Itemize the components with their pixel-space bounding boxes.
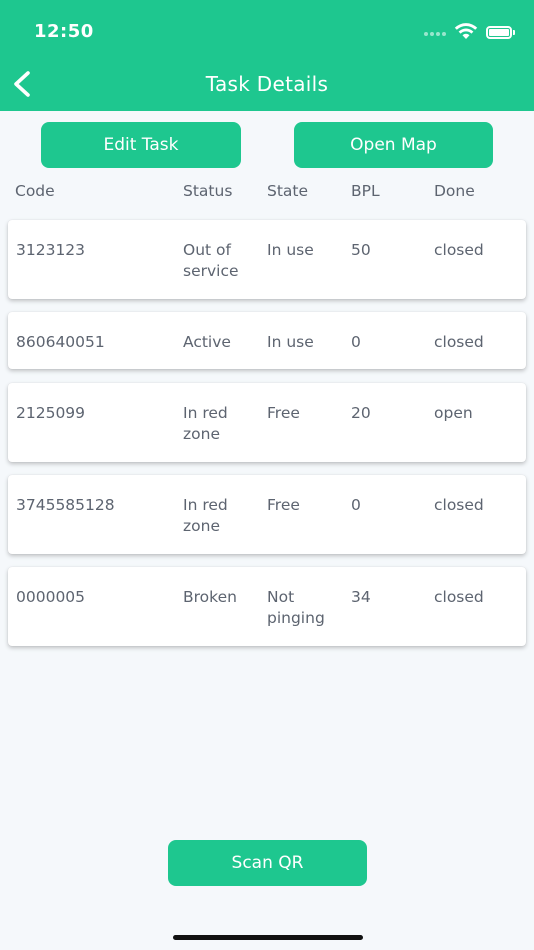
row-state: In use [267,333,314,351]
scan-qr-button[interactable]: Scan QR [168,840,367,886]
row-code: 3745585128 [16,496,115,514]
page-title: Task Details [205,72,329,96]
battery-icon [486,26,515,39]
table-row[interactable]: 860640051 Active In use 0 closed [8,312,526,369]
row-done: closed [434,241,484,259]
row-code: 860640051 [16,333,105,351]
row-bpl: 0 [351,496,361,514]
column-header-status: Status [183,182,233,200]
row-status: Active [183,333,231,351]
column-header-done: Done [434,182,475,200]
row-status: Broken [183,588,237,606]
table-row[interactable]: 3745585128 In red zone Free 0 closed [8,475,526,554]
status-time: 12:50 [34,21,94,42]
row-status: In red zone [183,496,228,535]
row-done: closed [434,333,484,351]
row-status: Out of service [183,241,239,280]
row-state: Free [267,496,300,514]
row-bpl: 34 [351,588,371,606]
table-row[interactable]: 2125099 In red zone Free 20 open [8,383,526,462]
row-state: In use [267,241,314,259]
row-state: Not pinging [267,588,325,627]
column-header-code: Code [15,182,55,200]
column-header-bpl: BPL [351,182,380,200]
row-done: closed [434,496,484,514]
row-state: Free [267,404,300,422]
table-header: Code Status State BPL Done [0,182,534,202]
row-bpl: 20 [351,404,371,422]
row-code: 2125099 [16,404,86,422]
edit-task-button[interactable]: Edit Task [41,122,241,168]
home-indicator [173,935,363,940]
wifi-icon [454,23,478,39]
row-code: 0000005 [16,588,86,606]
table-row[interactable]: 0000005 Broken Not pinging 34 closed [8,567,526,646]
row-status: In red zone [183,404,228,443]
row-bpl: 0 [351,333,361,351]
row-done: closed [434,588,484,606]
column-header-state: State [267,182,309,200]
open-map-button[interactable]: Open Map [294,122,493,168]
row-code: 3123123 [16,241,86,259]
header-bar: 12:50 Task Details [0,0,534,111]
table-row[interactable]: 3123123 Out of service In use 50 closed [8,220,526,299]
row-done: open [434,404,473,422]
row-bpl: 50 [351,241,371,259]
signal-icon [424,32,450,38]
